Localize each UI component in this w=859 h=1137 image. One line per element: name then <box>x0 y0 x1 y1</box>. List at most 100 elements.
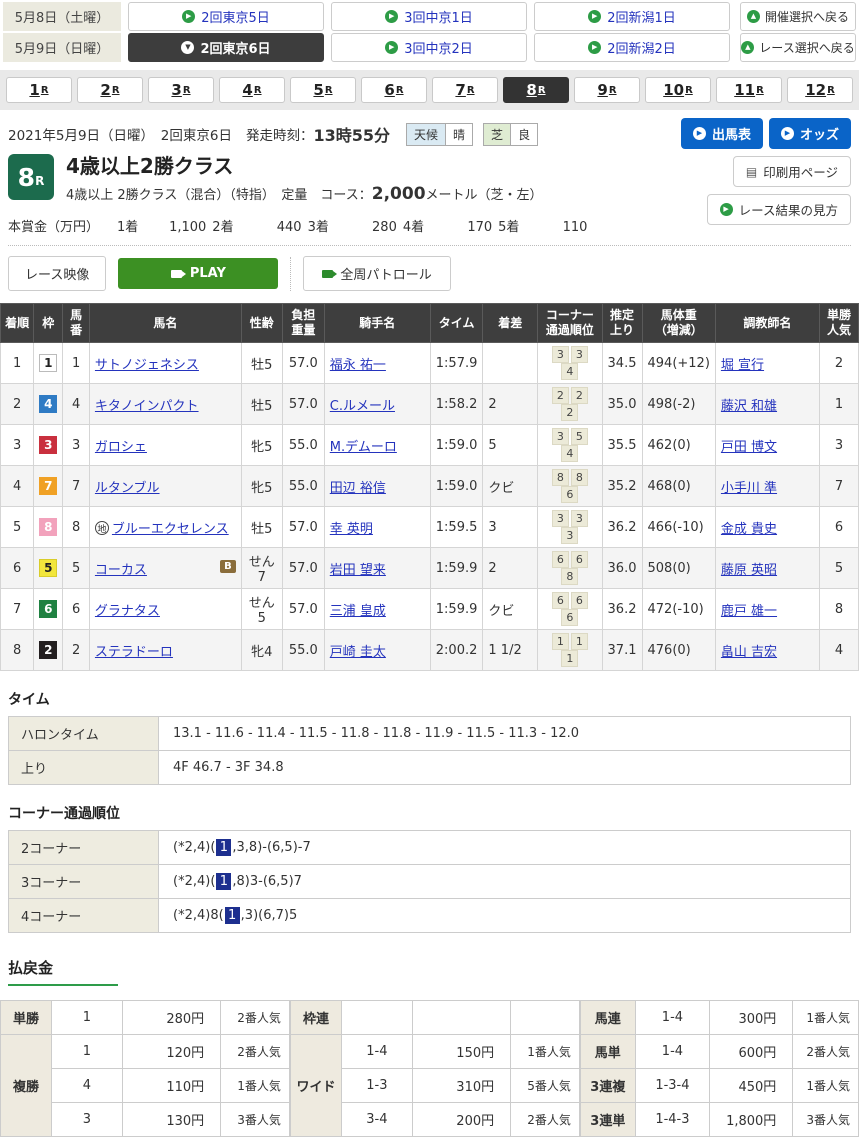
popularity: 2番人気 <box>221 1035 290 1069</box>
horse-name-link[interactable]: ブルーエクセレンス <box>112 522 229 537</box>
horse-number: 3 <box>63 425 90 466</box>
corner-positions: 333 <box>538 507 602 548</box>
play-button[interactable]: PLAY <box>118 258 278 289</box>
trainer-link[interactable]: 畠山 吉宏 <box>721 645 777 660</box>
horse-name-link[interactable]: ルタンブル <box>95 481 160 496</box>
race-tab-1r[interactable]: 1R <box>6 77 72 103</box>
jockey-link[interactable]: 幸 英明 <box>330 522 373 537</box>
venue-tab-niigata-day2[interactable]: ▶ 2回新潟2日 <box>534 33 730 62</box>
corner-positions: 886 <box>538 466 602 507</box>
agari: 35.0 <box>602 384 642 425</box>
race-tab-12r[interactable]: 12R <box>787 77 853 103</box>
waku-cell: 8 <box>34 507 63 548</box>
weather-badge: 天候 晴 <box>406 123 473 146</box>
patrol-video-button[interactable]: 全周パトロール <box>303 256 450 291</box>
highlighted-horse-number: 1 <box>216 873 231 890</box>
umaren-row: 馬連 1-4 300円 1番人気 <box>580 1001 858 1035</box>
weight: 55.0 <box>282 466 324 507</box>
trainer-cell: 畠山 吉宏 <box>715 630 819 671</box>
race-tab-3r[interactable]: 3R <box>148 77 214 103</box>
race-tab-6r[interactable]: 6R <box>361 77 427 103</box>
entries-button[interactable]: ▶ 出馬表 <box>681 118 763 149</box>
popularity: 3番人気 <box>221 1103 290 1137</box>
results-guide-button[interactable]: ▶ レース結果の見方 <box>707 194 851 225</box>
race-tab-4r[interactable]: 4R <box>219 77 285 103</box>
jockey-link[interactable]: C.ルメール <box>330 399 395 414</box>
corner-positions: 111 <box>538 630 602 671</box>
body-weight: 498(-2) <box>642 384 715 425</box>
corner-positions: 668 <box>538 548 602 589</box>
jockey-link[interactable]: 戸崎 圭太 <box>330 645 386 660</box>
time: 1:59.9 <box>430 589 483 630</box>
trainer-cell: 戸田 博文 <box>715 425 819 466</box>
back-to-meeting-select-button[interactable]: ▲ 開催選択へ戻る <box>740 2 856 31</box>
corner-positions: 334 <box>538 343 602 384</box>
venue-tab-tokyo-day6-active[interactable]: ▼ 2回東京6日 <box>128 33 324 62</box>
race-tab-7r[interactable]: 7R <box>432 77 498 103</box>
jockey-link[interactable]: M.デムーロ <box>330 440 397 455</box>
jockey-cell: 三浦 皇成 <box>324 589 430 630</box>
race-tab-2r[interactable]: 2R <box>77 77 143 103</box>
race-video-button[interactable]: レース映像 <box>8 256 106 291</box>
venue-tab-tokyo-day5[interactable]: ▶ 2回東京5日 <box>128 2 324 31</box>
print-page-button[interactable]: ▤ 印刷用ページ <box>733 156 851 187</box>
jockey-link[interactable]: 三浦 皇成 <box>330 604 386 619</box>
horse-number: 2 <box>63 630 90 671</box>
trainer-link[interactable]: 戸田 博文 <box>721 440 777 455</box>
back-to-race-select-button[interactable]: ▲ レース選択へ戻る <box>740 33 856 62</box>
jockey-link[interactable]: 福永 祐一 <box>330 358 386 373</box>
race-tab-8r-active[interactable]: 8R <box>503 77 569 103</box>
popularity: 3 <box>819 425 858 466</box>
horse-name-cell: ガロシェ <box>89 425 241 466</box>
body-weight: 462(0) <box>642 425 715 466</box>
sex-age: 牝5 <box>241 466 282 507</box>
track-label: 芝 <box>484 124 511 145</box>
race-tab-9r[interactable]: 9R <box>574 77 640 103</box>
time: 1:59.9 <box>430 548 483 589</box>
col-corner: コーナー 通過順位 <box>538 304 602 343</box>
payout-amount: 120円 <box>122 1035 220 1069</box>
venue-tab-chukyo-day1[interactable]: ▶ 3回中京1日 <box>331 2 527 31</box>
col-weight: 負担 重量 <box>282 304 324 343</box>
jockey-link[interactable]: 田辺 裕信 <box>330 481 386 496</box>
col-sex-age: 性齢 <box>241 304 282 343</box>
tansho-row: 単勝 1 280円 2番人気 <box>1 1001 290 1035</box>
margin: 3 <box>483 507 538 548</box>
jockey-cell: 幸 英明 <box>324 507 430 548</box>
horse-name-link[interactable]: キタノインパクト <box>95 399 199 414</box>
corner-section-title: コーナー通過順位 <box>8 803 851 823</box>
margin: 2 <box>483 548 538 589</box>
trainer-link[interactable]: 金成 貴史 <box>721 522 777 537</box>
horse-name-link[interactable]: ステラドーロ <box>95 645 173 660</box>
waku-cell: 7 <box>34 466 63 507</box>
trainer-link[interactable]: 鹿戸 雄一 <box>721 604 777 619</box>
payout-amount: 300円 <box>710 1001 793 1035</box>
jockey-link[interactable]: 岩田 望来 <box>330 563 386 578</box>
regional-horse-mark: 地 <box>95 521 109 535</box>
corner-4-value: (*2,4)8(1,3)(6,7)5 <box>159 899 851 933</box>
odds-button[interactable]: ▶ オッズ <box>769 118 851 149</box>
trainer-link[interactable]: 藤沢 和雄 <box>721 399 777 414</box>
payout-tables: 単勝 1 280円 2番人気 複勝 1 120円 2番人気 4 110円 1番人… <box>0 1000 859 1137</box>
trainer-link[interactable]: 堀 宣行 <box>721 358 764 373</box>
prize-4th: 4着170 <box>403 216 492 235</box>
corner-2-row: 2コーナー (*2,4)(1,3,8)-(6,5)-7 <box>9 831 851 865</box>
video-camera-icon <box>171 270 182 278</box>
horse-name-link[interactable]: サトノジェネシス <box>95 358 199 373</box>
venue-tab-chukyo-day2[interactable]: ▶ 3回中京2日 <box>331 33 527 62</box>
trainer-link[interactable]: 小手川 準 <box>721 481 777 496</box>
race-tab-11r[interactable]: 11R <box>716 77 782 103</box>
agari-label: 上り <box>9 751 159 785</box>
corner-3-label: 3コーナー <box>9 865 159 899</box>
venue-tab-niigata-day1[interactable]: ▶ 2回新潟1日 <box>534 2 730 31</box>
horse-name-link[interactable]: グラナタス <box>95 604 160 619</box>
race-tab-10r[interactable]: 10R <box>645 77 711 103</box>
trainer-link[interactable]: 藤原 英昭 <box>721 563 777 578</box>
race-conditions: 4歳以上 2勝クラス（混合）（特指） 定量 コース：2,000メートル（芝・左） <box>66 184 543 204</box>
payout-table-right: 馬連 1-4 300円 1番人気 馬単 1-4 600円 2番人気 3連複 1-… <box>580 1000 859 1137</box>
horse-name-link[interactable]: コーカス <box>95 563 147 578</box>
result-row-7: 7 6 6 グラナタス せん5 57.0 三浦 皇成 1:59.9 クビ 666… <box>1 589 859 630</box>
arrow-right-icon: ▶ <box>588 41 601 54</box>
race-tab-5r[interactable]: 5R <box>290 77 356 103</box>
horse-name-link[interactable]: ガロシェ <box>95 440 147 455</box>
